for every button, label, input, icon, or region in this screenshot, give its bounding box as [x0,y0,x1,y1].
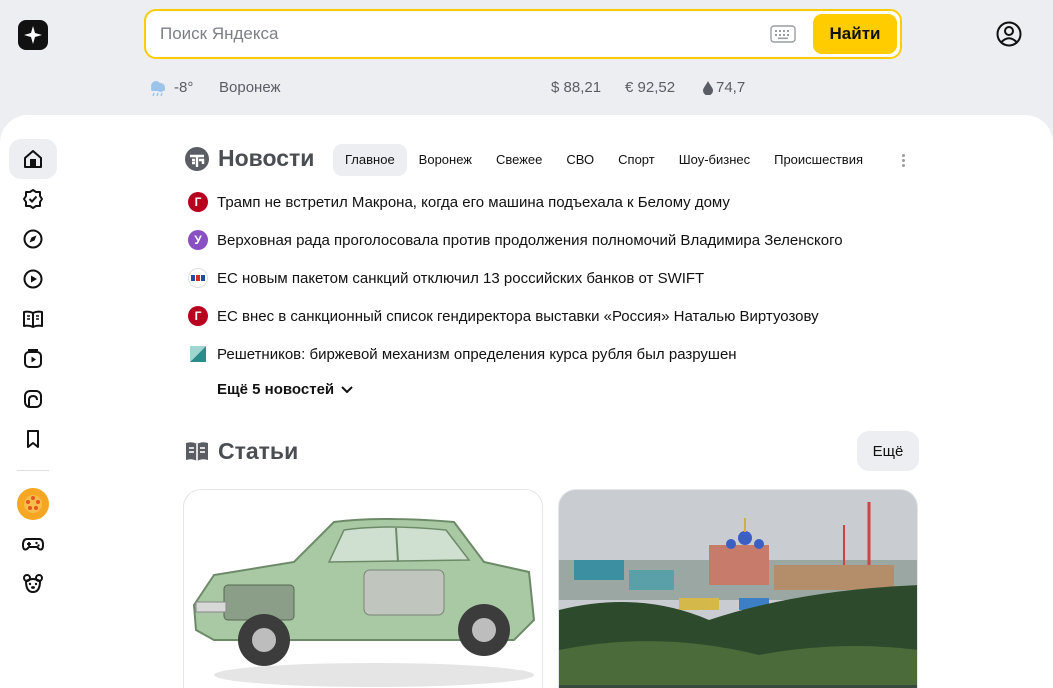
market-bag-icon [24,390,42,408]
oil-price[interactable]: 74,7 [716,79,745,96]
compass-icon [23,229,43,249]
news-headline[interactable]: ЕС новым пакетом санкций отключил 13 рос… [217,270,704,287]
sidebar-item-kids[interactable] [9,564,57,604]
news-tabs: Главное Воронеж Свежее СВО Спорт Шоу-биз… [333,144,875,176]
temperature[interactable]: -8° [174,79,193,96]
tab-sport[interactable]: Спорт [606,144,667,176]
news-headline[interactable]: Решетников: биржевой механизм определени… [217,346,737,363]
news-item[interactable]: У Верховная рада проголосовала против пр… [188,229,843,251]
articles-header: Статьи [184,438,298,465]
news-source-icon [188,344,208,364]
bookmark-icon [27,430,39,448]
sidebar-item-tv[interactable] [9,339,57,379]
sidebar-item-reader[interactable] [9,299,57,339]
news-headline[interactable]: Верховная рада проголосовала против прод… [217,232,843,249]
car-illustration-image [192,518,536,687]
sidebar-item-market[interactable] [9,379,57,419]
news-item[interactable]: Г ЕС внес в санкционный список гендирект… [188,305,819,327]
news-title[interactable]: Новости [218,145,314,172]
sidebar-item-tasks[interactable] [9,179,57,219]
news-header: Новости [184,145,314,172]
articles-title[interactable]: Статьи [218,438,298,465]
chevron-down-icon [341,385,353,393]
weather-icon[interactable] [148,80,168,102]
articles-more-button[interactable]: Ещё [857,431,919,471]
news-source-icon [188,268,208,288]
sidebar-item-home[interactable] [9,139,57,179]
news-logo-icon [185,146,209,171]
tab-svo[interactable]: СВО [554,144,606,176]
search-bar: Найти [144,9,902,59]
profile-icon[interactable] [995,20,1023,48]
keyboard-icon[interactable] [770,24,796,44]
play-icon [23,269,43,289]
tab-incidents[interactable]: Происшествия [762,144,875,176]
article-card[interactable] [558,489,918,688]
articles-book-icon [186,441,208,461]
news-source-icon: У [188,230,208,250]
sidebar-divider [17,470,49,471]
news-item[interactable]: Решетников: биржевой механизм определени… [188,343,737,365]
tab-fresh[interactable]: Свежее [484,144,554,176]
eur-rate[interactable]: € 92,52 [625,79,675,96]
yandex-logo-icon[interactable] [18,20,48,50]
tab-voronezh[interactable]: Воронеж [407,144,484,176]
book-icon [23,310,43,328]
news-item[interactable]: ЕС новым пакетом санкций отключил 13 рос… [188,267,704,289]
sidebar-item-bookmarks[interactable] [9,419,57,459]
news-source-icon: Г [188,306,208,326]
more-tabs-icon[interactable] [894,150,912,170]
news-item[interactable]: Г Трамп не встретил Макрона, когда его м… [188,191,730,213]
oil-drop-icon [703,81,713,99]
home-icon [24,150,42,168]
info-row: -8° Воронеж $ 88,21 € 92,52 74,7 [0,78,1053,98]
sidebar-item-video[interactable] [9,259,57,299]
tv-play-icon [24,349,42,368]
news-source-icon: Г [188,192,208,212]
town-photo-image [559,490,917,688]
usd-rate[interactable]: $ 88,21 [551,79,601,96]
badge-check-icon [23,189,43,209]
more-news-button[interactable]: Ещё 5 новостей [217,381,354,398]
sidebar-item-games[interactable] [9,524,57,564]
gamepad-icon [22,538,44,551]
sidebar-item-discover[interactable] [9,219,57,259]
city-name[interactable]: Воронеж [219,79,281,96]
tab-main[interactable]: Главное [333,144,407,176]
tab-show-business[interactable]: Шоу-бизнес [667,144,762,176]
sidebar-item-orange-app[interactable] [9,484,57,524]
news-headline[interactable]: Трамп не встретил Макрона, когда его маш… [217,194,730,211]
search-input[interactable] [146,11,770,57]
search-button[interactable]: Найти [813,14,897,54]
news-headline[interactable]: ЕС внес в санкционный список гендиректор… [217,308,819,325]
article-card[interactable] [183,489,543,688]
bear-face-icon [23,574,43,594]
orange-app-icon [17,488,49,520]
more-news-label: Ещё 5 новостей [217,381,335,398]
